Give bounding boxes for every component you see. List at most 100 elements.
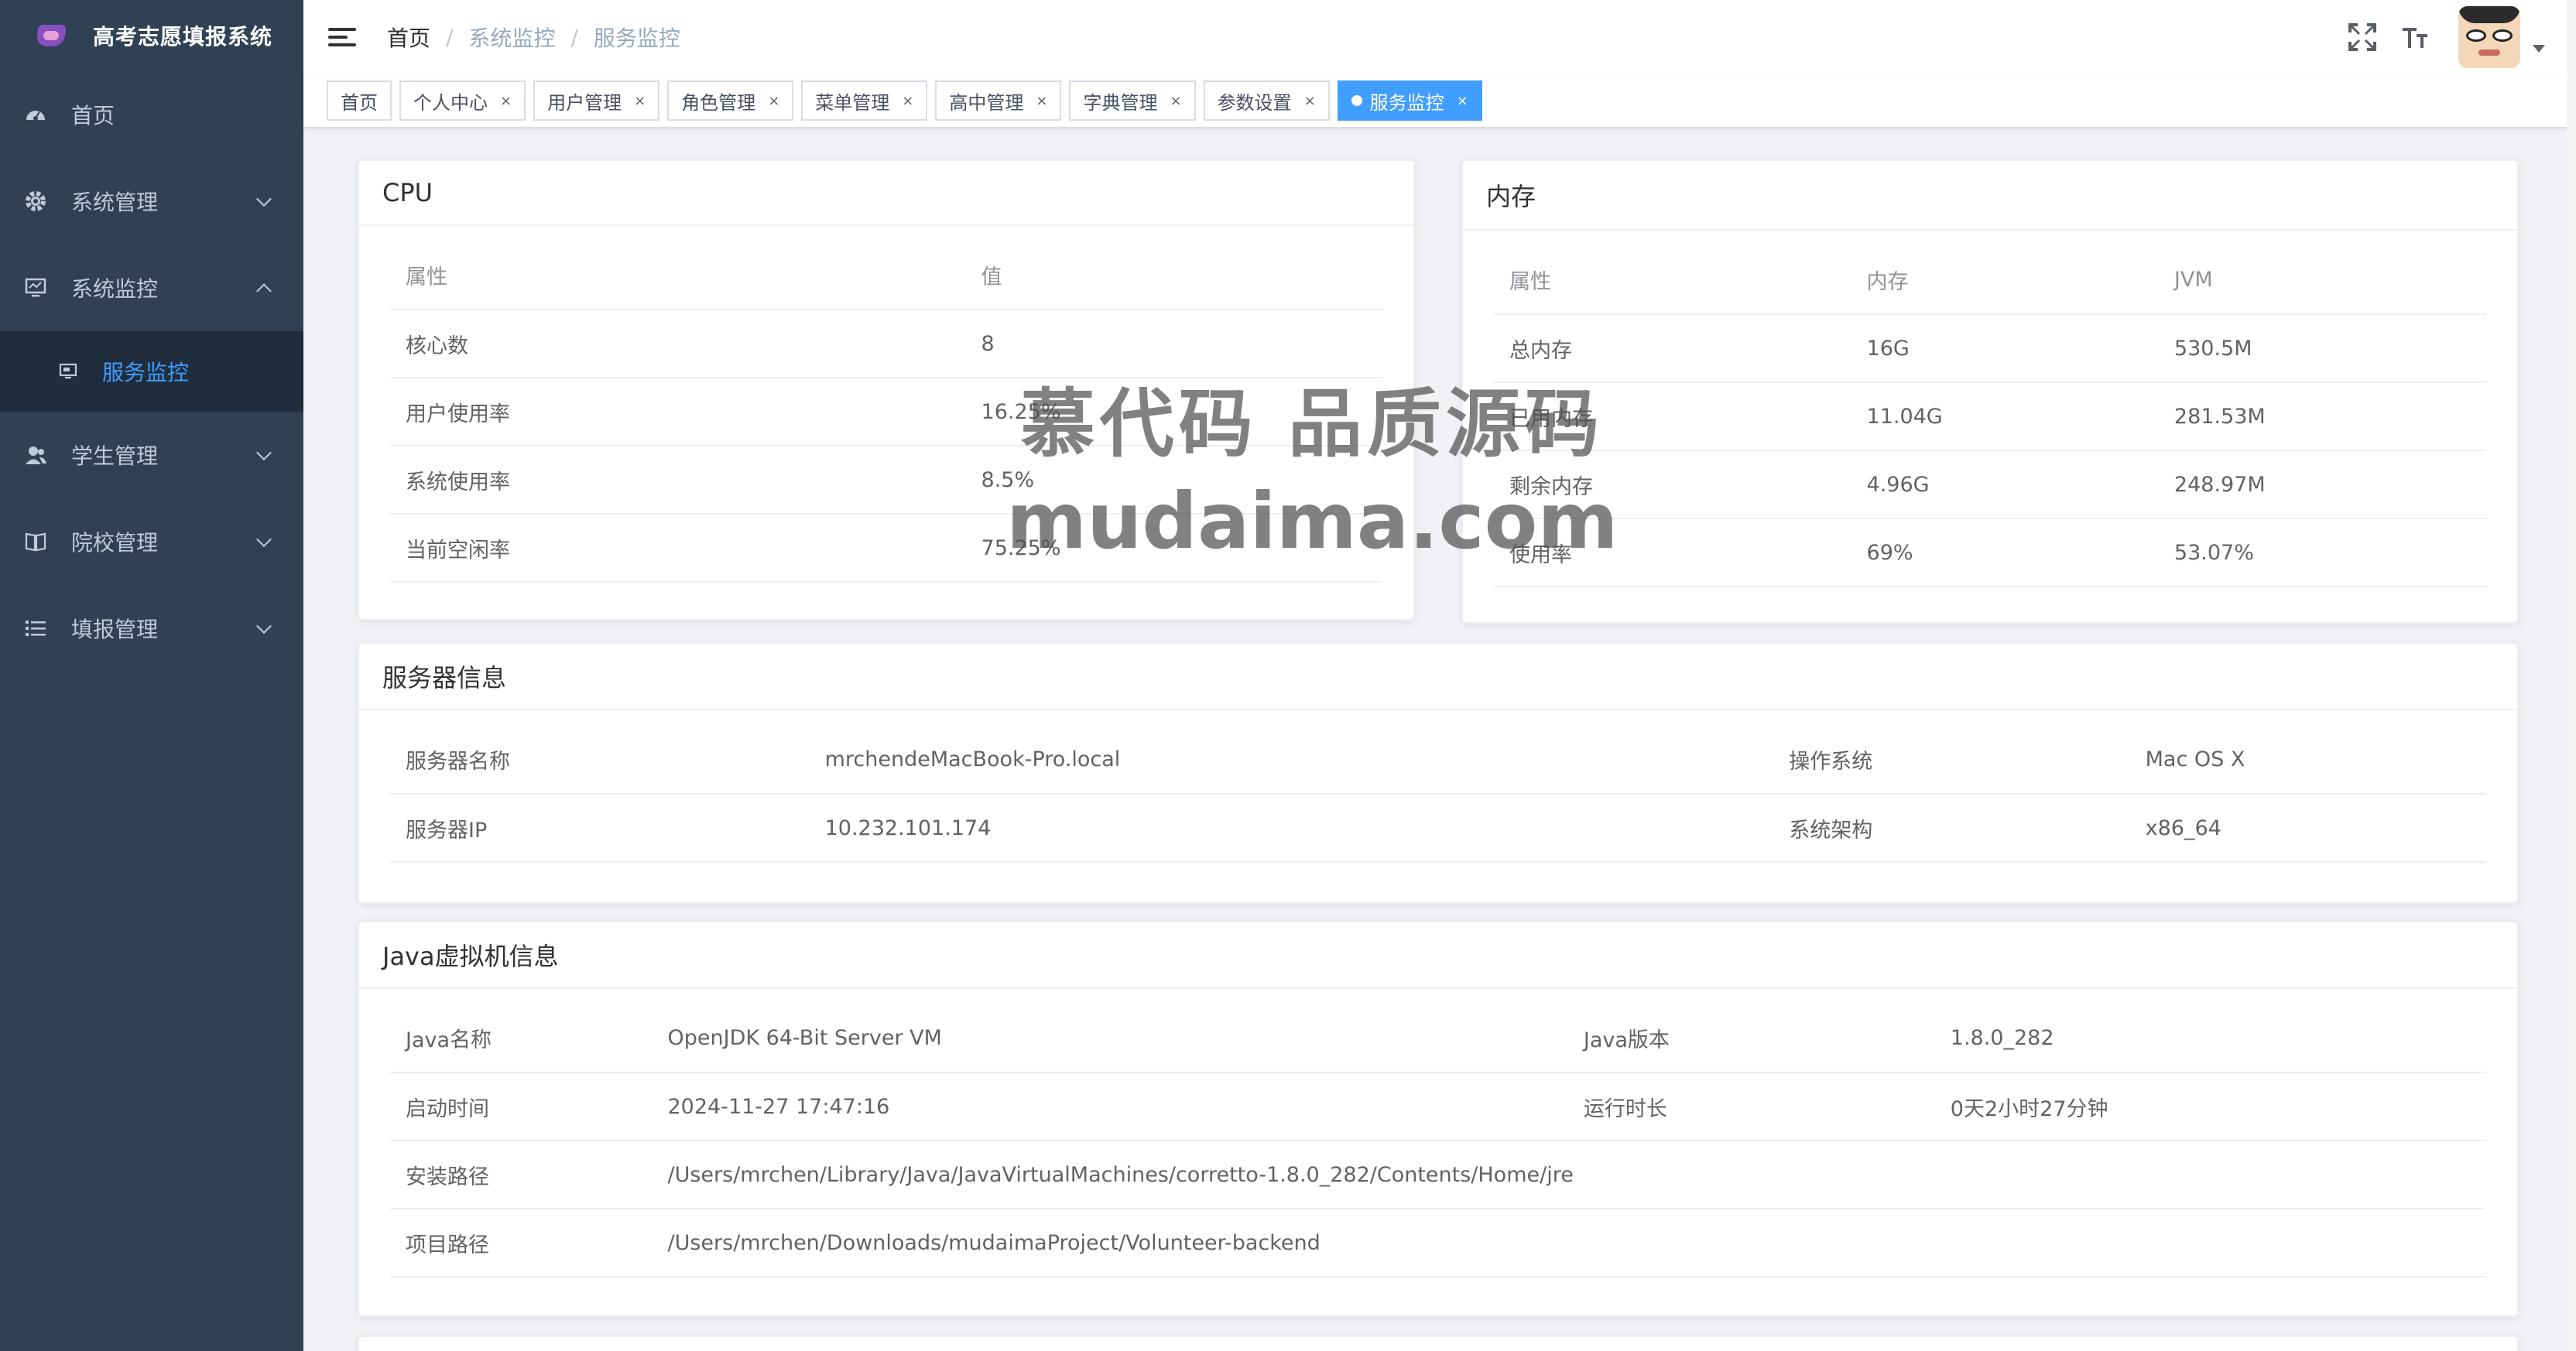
chevron-down-icon bbox=[256, 191, 272, 207]
tag-label: 用户管理 bbox=[547, 91, 622, 114]
hamburger-icon[interactable] bbox=[328, 23, 356, 51]
table-cell: 1.8.0_282 bbox=[1934, 1004, 2486, 1073]
table-cell: 项目路径 bbox=[390, 1209, 653, 1277]
table-cell: 2024-11-27 17:47:16 bbox=[652, 1072, 1568, 1141]
tag-profile[interactable]: 个人中心 × bbox=[399, 80, 526, 121]
table-header-row: 属性 内存 JVM bbox=[1494, 246, 2486, 315]
table-cell: 总内存 bbox=[1494, 314, 1852, 383]
table-cell: 16G bbox=[1851, 314, 2159, 383]
table-cell: 75.25% bbox=[965, 514, 1382, 583]
sidebar: 高考志愿填报系统 首页 系统管理 系统监控 服务监控 学生管理 院校管理 填报管… bbox=[0, 0, 303, 1351]
tag-label: 首页 bbox=[341, 91, 378, 114]
gear-icon bbox=[23, 189, 48, 214]
table-cell: 530.5M bbox=[2158, 314, 2486, 383]
close-icon[interactable]: × bbox=[902, 93, 913, 109]
table-row: 系统使用率 8.5% bbox=[390, 446, 1382, 515]
tag-menus[interactable]: 菜单管理 × bbox=[801, 80, 928, 121]
table-header: 内存 bbox=[1851, 246, 2159, 315]
header-actions bbox=[2345, 0, 2545, 74]
close-icon[interactable]: × bbox=[1457, 93, 1468, 109]
table-cell: 剩余内存 bbox=[1494, 450, 1852, 519]
sidebar-item-colleges[interactable]: 院校管理 bbox=[0, 498, 303, 585]
table-cell: 安装路径 bbox=[390, 1141, 653, 1209]
tag-highschools[interactable]: 高中管理 × bbox=[935, 80, 1062, 121]
breadcrumb-item[interactable]: 首页 bbox=[387, 22, 430, 53]
table-cell: 69% bbox=[1851, 518, 2159, 587]
breadcrumb: 首页 / 系统监控 / 服务监控 bbox=[387, 22, 680, 53]
chevron-down-icon bbox=[256, 445, 272, 461]
sidebar-item-label: 学生管理 bbox=[71, 443, 159, 469]
logo[interactable]: 高考志愿填报系统 bbox=[0, 0, 303, 71]
breadcrumb-item: 系统监控 bbox=[468, 26, 556, 51]
table-cell: 服务器IP bbox=[390, 794, 810, 863]
sidebar-item-label: 服务监控 bbox=[102, 360, 190, 385]
tag-dicts[interactable]: 字典管理 × bbox=[1069, 80, 1196, 121]
cpu-card: CPU 属性 值 核心数 8 用户使用率 16.25% 系统使用率 8.5% 当前空闲… bbox=[358, 159, 1415, 621]
table-cell: 11.04G bbox=[1851, 382, 2159, 451]
sidebar-item-monitor[interactable]: 系统监控 bbox=[0, 245, 303, 331]
table-cell: mrchendeMacBook-Pro.local bbox=[809, 726, 1774, 795]
table-row: 总内存 16G 530.5M bbox=[1494, 314, 2486, 383]
tag-roles[interactable]: 角色管理 × bbox=[667, 80, 794, 121]
table-cell: 4.96G bbox=[1851, 450, 2159, 519]
table-row: 服务器IP 10.232.101.174 系统架构 x86_64 bbox=[390, 794, 2486, 863]
tag-params[interactable]: 参数设置 × bbox=[1203, 80, 1330, 121]
table-row: 已用内存 11.04G 281.53M bbox=[1494, 382, 2486, 451]
table-cell: 已用内存 bbox=[1494, 382, 1852, 451]
tag-label: 参数设置 bbox=[1217, 91, 1292, 114]
table-cell: 使用率 bbox=[1494, 518, 1852, 587]
table-cell: 启动时间 bbox=[390, 1072, 653, 1141]
close-icon[interactable]: × bbox=[634, 93, 646, 109]
server-info-table: 服务器名称 mrchendeMacBook-Pro.local 操作系统 Mac… bbox=[390, 726, 2486, 863]
scrollbar[interactable] bbox=[2567, 0, 2576, 1351]
tag-server-monitor[interactable]: 服务监控 × bbox=[1337, 80, 1482, 121]
memory-card: 内存 属性 内存 JVM 总内存 16G 530.5M 已用内存 11.04G 281.… bbox=[1461, 159, 2519, 624]
close-icon[interactable]: × bbox=[768, 93, 779, 109]
sidebar-subitem-server-monitor[interactable]: 服务监控 bbox=[0, 331, 303, 412]
table-header: 值 bbox=[965, 241, 1382, 310]
font-size-icon[interactable] bbox=[2398, 20, 2432, 54]
book-icon bbox=[23, 529, 48, 554]
table-cell: 服务器名称 bbox=[390, 726, 810, 795]
table-cell: 16.25% bbox=[965, 378, 1382, 446]
close-icon[interactable]: × bbox=[1304, 93, 1316, 109]
table-cell: Mac OS X bbox=[2129, 726, 2486, 795]
card-title: 服务器信息 bbox=[359, 644, 2517, 710]
next-card bbox=[358, 1336, 2519, 1351]
table-cell: 53.07% bbox=[2158, 518, 2486, 587]
sidebar-item-system[interactable]: 系统管理 bbox=[0, 158, 303, 245]
table-header: JVM bbox=[2158, 246, 2486, 315]
sidebar-item-applications[interactable]: 填报管理 bbox=[0, 585, 303, 672]
sidebar-item-students[interactable]: 学生管理 bbox=[0, 412, 303, 498]
sidebar-item-home[interactable]: 首页 bbox=[0, 71, 303, 158]
close-icon[interactable]: × bbox=[1170, 93, 1181, 109]
breadcrumb-separator: / bbox=[570, 24, 578, 50]
table-cell: Java版本 bbox=[1567, 1004, 1935, 1073]
caret-down-icon[interactable] bbox=[2533, 45, 2545, 53]
table-cell: 运行时长 bbox=[1567, 1072, 1935, 1141]
table-row: 当前空闲率 75.25% bbox=[390, 514, 1382, 583]
table-header: 属性 bbox=[1494, 246, 1852, 315]
jvm-info-table: Java名称 OpenJDK 64-Bit Server VM Java版本 1… bbox=[390, 1004, 2486, 1277]
table-cell: 281.53M bbox=[2158, 382, 2486, 451]
card-title: Java虚拟机信息 bbox=[359, 922, 2517, 989]
table-row: 核心数 8 bbox=[390, 310, 1382, 378]
tag-home[interactable]: 首页 bbox=[327, 80, 392, 121]
table-header-row: 属性 值 bbox=[390, 241, 1382, 310]
app-main: CPU 属性 值 核心数 8 用户使用率 16.25% 系统使用率 8.5% 当前空闲… bbox=[303, 130, 2576, 1351]
close-icon[interactable]: × bbox=[1036, 93, 1047, 109]
memory-table: 属性 内存 JVM 总内存 16G 530.5M 已用内存 11.04G 281.53M… bbox=[1494, 246, 2486, 587]
table-row: 安装路径 /Users/mrchen/Library/Java/JavaVirt… bbox=[390, 1141, 2486, 1209]
avatar[interactable] bbox=[2458, 6, 2520, 68]
app-title: 高考志愿填报系统 bbox=[93, 24, 273, 50]
logo-icon bbox=[34, 19, 68, 53]
table-row: 项目路径 /Users/mrchen/Downloads/mudaimaProj… bbox=[390, 1209, 2486, 1277]
navbar: 首页 / 系统监控 / 服务监控 bbox=[303, 0, 2576, 74]
close-icon[interactable]: × bbox=[500, 93, 512, 109]
sidebar-item-label: 系统监控 bbox=[71, 276, 159, 302]
table-row: 服务器名称 mrchendeMacBook-Pro.local 操作系统 Mac… bbox=[390, 726, 2486, 795]
fullscreen-icon[interactable] bbox=[2345, 20, 2379, 54]
tag-users[interactable]: 用户管理 × bbox=[533, 80, 660, 121]
table-cell: 8 bbox=[965, 310, 1382, 378]
table-row: 启动时间 2024-11-27 17:47:16 运行时长 0天2小时27分钟 bbox=[390, 1072, 2486, 1141]
